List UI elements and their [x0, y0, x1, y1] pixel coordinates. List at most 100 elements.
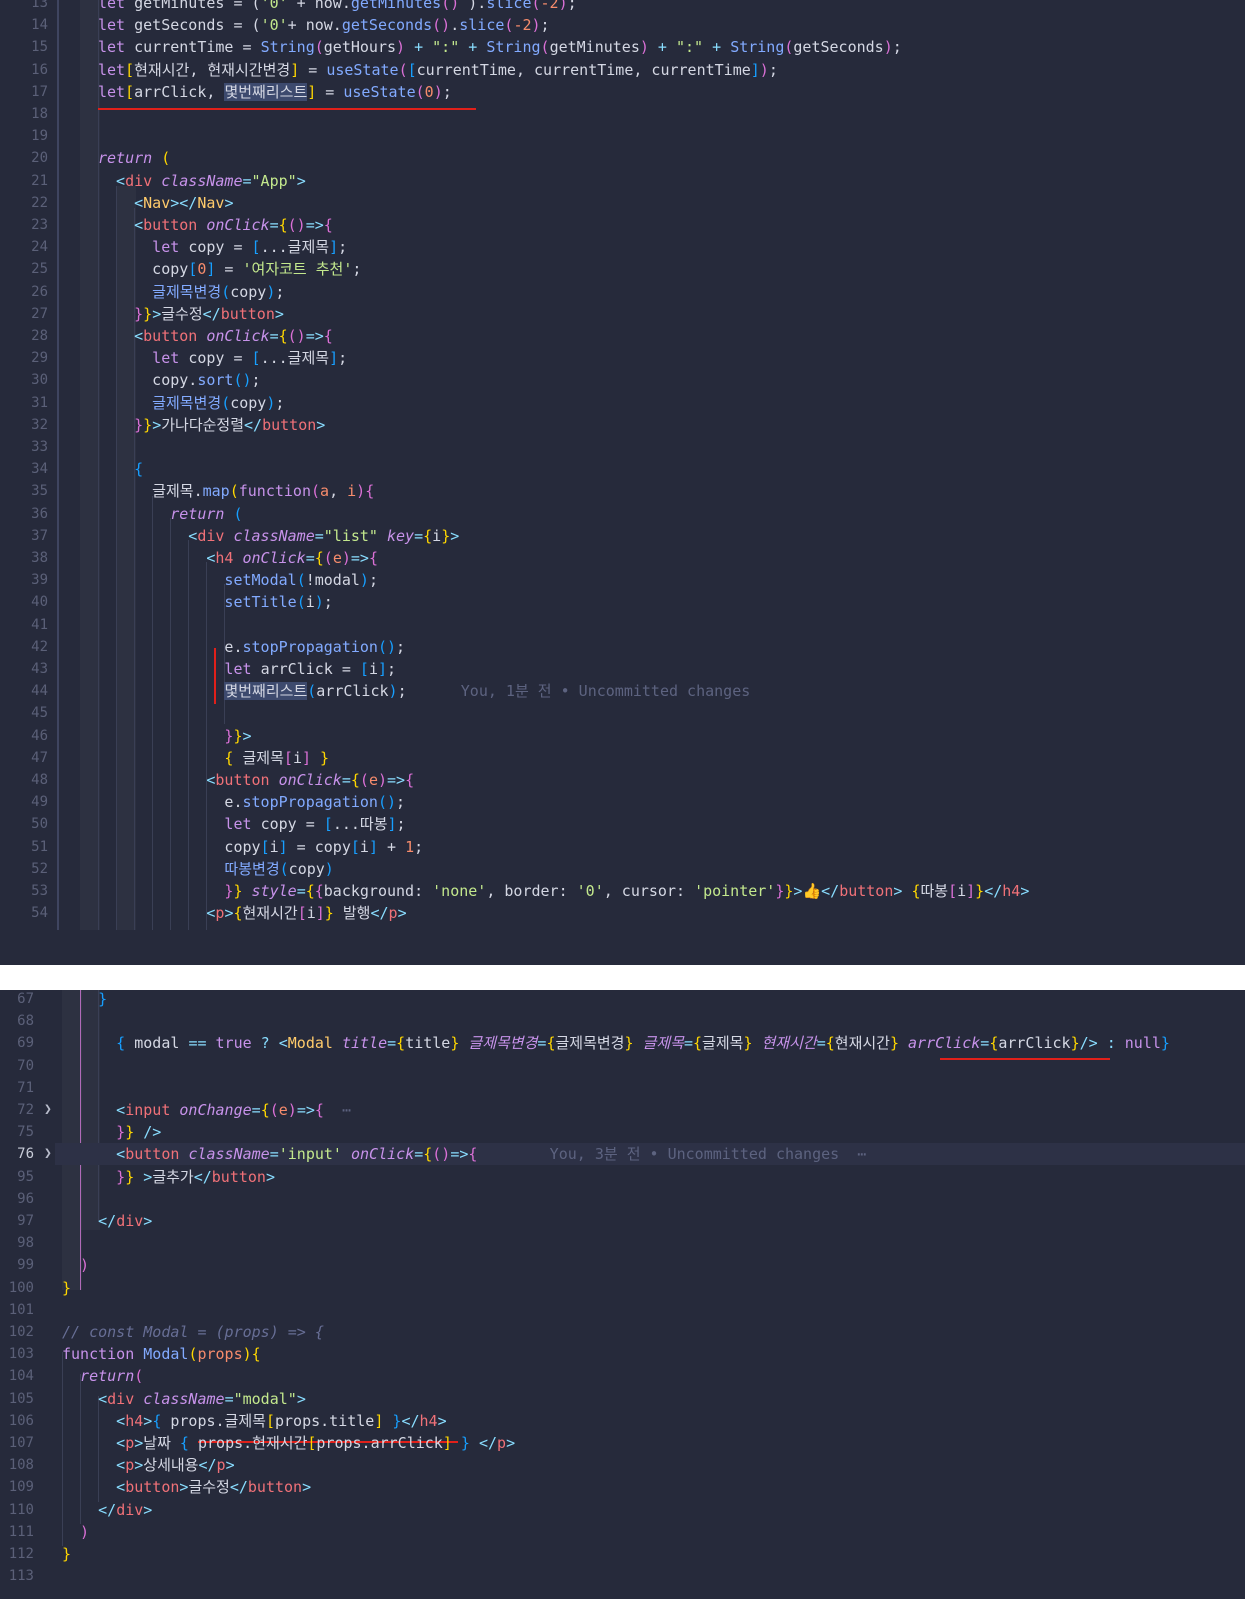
- code-text[interactable]: setModal(!modal);: [98, 569, 378, 591]
- code-line[interactable]: 42 e.stopPropagation();: [0, 636, 1245, 658]
- code-line[interactable]: 112}: [0, 1543, 1245, 1565]
- code-line[interactable]: 36 return (: [0, 503, 1245, 525]
- code-line[interactable]: 68: [0, 1010, 1245, 1032]
- editor-panel-bottom[interactable]: 67 } 68 69 { modal == true ? <Modal title=…: [0, 990, 1245, 1599]
- code-text[interactable]: copy[i] = copy[i] + 1;: [98, 836, 423, 858]
- code-text[interactable]: <Nav></Nav>: [98, 192, 233, 214]
- code-line[interactable]: 41: [0, 614, 1245, 636]
- code-text[interactable]: <h4>{ props.글제목[props.title] }</h4>: [62, 1410, 446, 1432]
- code-text[interactable]: return (: [98, 147, 170, 169]
- code-line[interactable]: 99 ): [0, 1254, 1245, 1276]
- code-line[interactable]: 108 <p>상세내용</p>: [0, 1454, 1245, 1476]
- code-line[interactable]: 13 let getMinutes = ('0' + now.getMinutes…: [0, 0, 1245, 14]
- code-line[interactable]: 19: [0, 125, 1245, 147]
- code-text[interactable]: ): [62, 1254, 89, 1276]
- code-text[interactable]: <div className="App">: [98, 170, 306, 192]
- code-line[interactable]: 18: [0, 103, 1245, 125]
- code-text[interactable]: let copy = [...글제목];: [98, 347, 347, 369]
- code-text[interactable]: <button onClick={()=>{: [98, 325, 333, 347]
- code-line[interactable]: 52 따봉변경(copy): [0, 858, 1245, 880]
- code-line[interactable]: 44 몇번째리스트(arrClick); You, 1분 전 • Uncommi…: [0, 680, 1245, 702]
- code-line[interactable]: 26 글제목변경(copy);: [0, 281, 1245, 303]
- code-line[interactable]: 22 <Nav></Nav>: [0, 192, 1245, 214]
- code-line[interactable]: 25 copy[0] = '여자코트 추천';: [0, 258, 1245, 280]
- code-text[interactable]: copy.sort();: [98, 369, 260, 391]
- code-line[interactable]: 17 let[arrClick, 몇번째리스트] = useState(0);: [0, 81, 1245, 103]
- code-text[interactable]: let getMinutes = ('0' + now.getMinutes()…: [98, 0, 577, 14]
- code-text[interactable]: }: [62, 1543, 71, 1565]
- code-text[interactable]: e.stopPropagation();: [98, 636, 405, 658]
- code-line[interactable]: 98: [0, 1232, 1245, 1254]
- code-line[interactable]: 54 <p>{현재시간[i]} 발행</p>: [0, 902, 1245, 924]
- code-text[interactable]: { modal == true ? <Modal title={title} 글…: [62, 1032, 1170, 1054]
- code-line[interactable]: 15 let currentTime = String(getHours) + "…: [0, 36, 1245, 58]
- code-text[interactable]: <div className="modal">: [62, 1388, 306, 1410]
- code-line[interactable]: 49 e.stopPropagation();: [0, 791, 1245, 813]
- code-text[interactable]: <button onClick={(e)=>{: [98, 769, 414, 791]
- code-text[interactable]: }} style={{background: 'none', border: '…: [98, 880, 1029, 902]
- code-line[interactable]: 16 let[현재시간, 현재시간변경] = useState([currentT…: [0, 59, 1245, 81]
- code-text[interactable]: <button onClick={()=>{: [98, 214, 333, 236]
- code-line[interactable]: 71: [0, 1077, 1245, 1099]
- code-line[interactable]: 106 <h4>{ props.글제목[props.title] }</h4>: [0, 1410, 1245, 1432]
- code-text[interactable]: // const Modal = (props) => {: [62, 1321, 324, 1343]
- code-line[interactable]: 100}: [0, 1277, 1245, 1299]
- code-text[interactable]: let copy = [...글제목];: [98, 236, 347, 258]
- code-text[interactable]: <div className="list" key={i}>: [98, 525, 459, 547]
- code-line[interactable]: 103 function Modal(props){: [0, 1343, 1245, 1365]
- code-text[interactable]: let[arrClick, 몇번째리스트] = useState(0);: [98, 81, 452, 103]
- code-text[interactable]: {: [98, 458, 143, 480]
- code-text[interactable]: </div>: [62, 1499, 152, 1521]
- code-line[interactable]: 72 ❯ <input onChange={(e)=>{ ⋯: [0, 1099, 1245, 1121]
- code-line[interactable]: 47 { 글제목[i] }: [0, 747, 1245, 769]
- code-text[interactable]: <button className='input' onClick={()=>{…: [62, 1143, 866, 1165]
- code-line[interactable]: 14 let getSeconds = ('0'+ now.getSeconds(…: [0, 14, 1245, 36]
- code-line[interactable]: 76 ❯ <button className='input' onClick={(…: [0, 1143, 1245, 1165]
- code-line[interactable]: 37 <div className="list" key={i}>: [0, 525, 1245, 547]
- code-line[interactable]: 29 let copy = [...글제목];: [0, 347, 1245, 369]
- code-line[interactable]: 38 <h4 onClick={(e)=>{: [0, 547, 1245, 569]
- code-line[interactable]: 45: [0, 702, 1245, 724]
- code-line[interactable]: 107 <p>날짜 { props.현재시간[props.arrClick] }…: [0, 1432, 1245, 1454]
- code-line[interactable]: 48 <button onClick={(e)=>{: [0, 769, 1245, 791]
- code-line[interactable]: 46 }}>: [0, 725, 1245, 747]
- code-text[interactable]: <button>글수정</button>: [62, 1476, 311, 1498]
- code-text[interactable]: }}>글수정</button>: [98, 303, 284, 325]
- code-line[interactable]: 30 copy.sort();: [0, 369, 1245, 391]
- code-line[interactable]: 97 </div>: [0, 1210, 1245, 1232]
- code-line[interactable]: 27 }}>글수정</button>: [0, 303, 1245, 325]
- code-text[interactable]: }}>: [98, 725, 251, 747]
- code-line[interactable]: 51 copy[i] = copy[i] + 1;: [0, 836, 1245, 858]
- code-line[interactable]: 109 <button>글수정</button>: [0, 1476, 1245, 1498]
- code-text[interactable]: let copy = [...따봉];: [98, 813, 405, 835]
- code-text[interactable]: </div>: [62, 1210, 152, 1232]
- code-text[interactable]: <h4 onClick={(e)=>{: [98, 547, 378, 569]
- code-text[interactable]: e.stopPropagation();: [98, 791, 405, 813]
- code-line[interactable]: 34 {: [0, 458, 1245, 480]
- code-text[interactable]: ): [62, 1521, 89, 1543]
- code-line[interactable]: 75 }} />: [0, 1121, 1245, 1143]
- code-line[interactable]: 32 }}>가나다순정렬</button>: [0, 414, 1245, 436]
- code-text[interactable]: function Modal(props){: [62, 1343, 261, 1365]
- code-line[interactable]: 24 let copy = [...글제목];: [0, 236, 1245, 258]
- code-text[interactable]: }} />: [62, 1121, 161, 1143]
- code-line[interactable]: 43 let arrClick = [i];: [0, 658, 1245, 680]
- code-text[interactable]: let arrClick = [i];: [98, 658, 396, 680]
- code-line[interactable]: 50 let copy = [...따봉];: [0, 813, 1245, 835]
- code-line[interactable]: 33: [0, 436, 1245, 458]
- code-line[interactable]: 31 글제목변경(copy);: [0, 392, 1245, 414]
- code-text[interactable]: <p>날짜 { props.현재시간[props.arrClick] } </p…: [62, 1432, 515, 1454]
- code-line[interactable]: 21 <div className="App">: [0, 170, 1245, 192]
- code-text[interactable]: 몇번째리스트(arrClick); You, 1분 전 • Uncommitte…: [98, 680, 750, 702]
- code-text[interactable]: 글제목변경(copy);: [98, 281, 284, 303]
- code-text[interactable]: 따봉변경(copy): [98, 858, 333, 880]
- fold-chevron-icon[interactable]: ❯: [44, 1099, 56, 1121]
- code-line[interactable]: 101: [0, 1299, 1245, 1321]
- code-line[interactable]: 39 setModal(!modal);: [0, 569, 1245, 591]
- code-text[interactable]: let getSeconds = ('0'+ now.getSeconds().…: [98, 14, 550, 36]
- code-line[interactable]: 105 <div className="modal">: [0, 1388, 1245, 1410]
- code-line[interactable]: 23 <button onClick={()=>{: [0, 214, 1245, 236]
- code-text[interactable]: return (: [98, 503, 242, 525]
- code-text[interactable]: setTitle(i);: [98, 591, 332, 613]
- code-text[interactable]: copy[0] = '여자코트 추천';: [98, 258, 361, 280]
